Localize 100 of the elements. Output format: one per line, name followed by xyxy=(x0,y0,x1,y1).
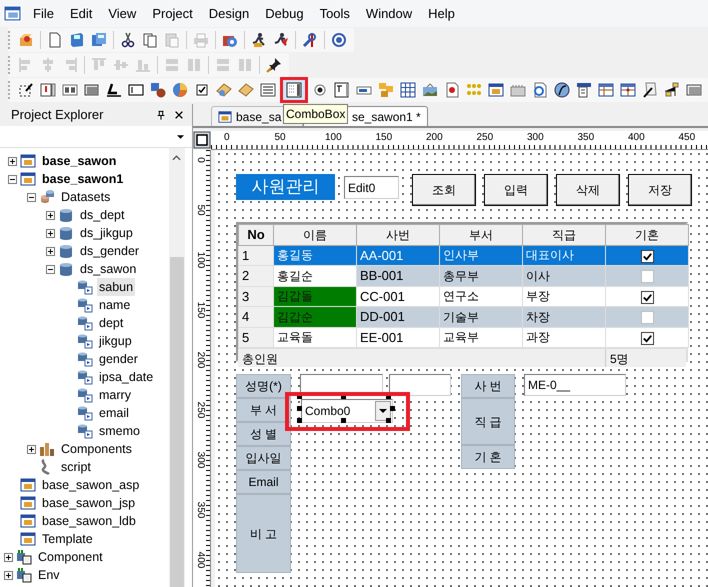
tree-item[interactable]: jikgup xyxy=(97,332,134,350)
tree-item[interactable]: base_sawon1 xyxy=(40,170,126,188)
table-cell: 이사 xyxy=(522,266,606,286)
column-header[interactable]: 사번 xyxy=(356,224,440,245)
ruler-label: 200 xyxy=(426,133,443,143)
collapse-icon[interactable] xyxy=(26,192,36,202)
tree-item[interactable]: Datasets xyxy=(59,188,112,206)
field-label: 사 번 xyxy=(461,374,515,398)
input-field[interactable]: ME-0__ xyxy=(524,374,626,396)
resize-handle[interactable] xyxy=(386,394,391,399)
column-icon xyxy=(77,315,93,332)
tree-item[interactable]: ds_gender xyxy=(78,242,142,260)
table-cell: 3 xyxy=(238,286,274,306)
tree-item[interactable]: base_sawon_ldb xyxy=(40,512,138,530)
menu-item[interactable]: File xyxy=(25,4,62,24)
form-button[interactable]: 저장 xyxy=(628,174,692,206)
form-icon xyxy=(20,171,36,188)
menu-item[interactable]: Edit xyxy=(62,4,100,24)
menu-item[interactable]: Debug xyxy=(257,4,312,24)
tree-item[interactable]: Component xyxy=(36,548,105,566)
table-cell: 5 xyxy=(238,327,274,348)
column-header[interactable]: No xyxy=(238,224,274,245)
tree-item[interactable]: base_sawon_jsp xyxy=(40,494,138,512)
column-icon xyxy=(77,333,93,350)
form-button[interactable]: 조회 xyxy=(412,174,476,206)
column-header[interactable]: 기혼 xyxy=(606,224,688,245)
tree-item[interactable]: Template xyxy=(40,530,95,548)
tree-item[interactable]: Env xyxy=(36,566,62,584)
tree-item[interactable]: marry xyxy=(97,386,133,404)
input-field[interactable] xyxy=(389,374,451,396)
menu-item[interactable]: Help xyxy=(420,4,463,24)
column-header[interactable]: 이름 xyxy=(274,224,356,245)
combobox[interactable]: Combo0 xyxy=(301,399,393,423)
tree-item[interactable]: name xyxy=(97,296,132,314)
expand-icon[interactable] xyxy=(4,552,12,562)
expand-icon[interactable] xyxy=(26,444,36,454)
tree-item[interactable]: ds_jikgup xyxy=(78,224,135,242)
cylinder-icon xyxy=(58,225,74,242)
table-cell: 과장 xyxy=(522,327,606,348)
field-label: 부 서 xyxy=(236,398,291,422)
column-header[interactable]: 부서 xyxy=(440,224,522,245)
input-field[interactable]: Edit0 xyxy=(344,176,399,199)
table-cell: 인사부 xyxy=(440,245,522,266)
tree-item[interactable]: ipsa_date xyxy=(97,368,156,386)
menu-item[interactable]: Window xyxy=(358,4,420,24)
table-cell: AA-001 xyxy=(356,245,440,266)
resize-handle[interactable] xyxy=(341,394,346,399)
scrollbar[interactable] xyxy=(169,148,185,587)
form-button[interactable]: 삭제 xyxy=(556,174,620,206)
menu-item[interactable]: Design xyxy=(200,4,258,24)
tree-item[interactable]: base_sawon xyxy=(40,152,118,170)
column-icon xyxy=(77,405,93,422)
scroll-up-icon[interactable] xyxy=(172,154,181,161)
ruler-label: 0 xyxy=(224,133,230,143)
panel-title: Project Explorer xyxy=(11,106,104,124)
checkbox[interactable] xyxy=(640,311,654,324)
expand-icon[interactable] xyxy=(46,246,54,256)
combobox-icon[interactable] xyxy=(283,78,305,100)
pin-icon[interactable] xyxy=(156,110,166,120)
ruler-label: 250 xyxy=(195,402,205,418)
tree-item[interactable]: base_sawon_asp xyxy=(40,476,142,494)
form-icon xyxy=(20,495,36,512)
ruler-label: 100 xyxy=(325,133,342,143)
tree-item[interactable]: dept xyxy=(97,314,126,332)
column-header[interactable]: 직급 xyxy=(522,224,606,245)
table-cell: CC-001 xyxy=(356,286,440,306)
form-button[interactable]: 입력 xyxy=(484,174,548,206)
checkbox[interactable] xyxy=(640,250,654,263)
cylinder-icon xyxy=(58,243,74,260)
resize-handle[interactable] xyxy=(297,418,302,423)
tree-item[interactable]: gender xyxy=(97,350,140,368)
resize-handle[interactable] xyxy=(390,406,395,411)
expand-icon[interactable] xyxy=(4,570,12,580)
tree-item[interactable]: smemo xyxy=(97,422,142,440)
expand-icon[interactable] xyxy=(8,156,16,166)
tree-item[interactable]: ds_dept xyxy=(78,206,126,224)
checkbox[interactable] xyxy=(640,332,654,345)
menu-item[interactable]: Project xyxy=(144,4,201,24)
close-icon[interactable] xyxy=(174,110,184,120)
expand-icon[interactable] xyxy=(46,210,54,220)
table-cell: 김갑순 xyxy=(274,306,356,327)
tree-item[interactable]: sabun xyxy=(97,278,136,296)
tree-item[interactable]: Components xyxy=(59,440,134,458)
collapse-icon[interactable] xyxy=(8,174,16,184)
tree-item[interactable]: email xyxy=(97,404,131,422)
tree-item[interactable]: script xyxy=(59,458,93,476)
ruler-label: 100 xyxy=(195,252,205,268)
menu-item[interactable]: View xyxy=(100,4,144,24)
checkbox[interactable] xyxy=(640,290,654,304)
resize-handle[interactable] xyxy=(341,418,346,423)
checkbox[interactable] xyxy=(640,270,654,284)
tooltip: ComboBox xyxy=(283,104,348,124)
column-icon xyxy=(77,423,93,440)
collapse-icon[interactable] xyxy=(46,264,54,274)
expand-icon[interactable] xyxy=(46,228,54,238)
resize-handle[interactable] xyxy=(297,394,302,399)
resize-handle[interactable] xyxy=(297,406,302,411)
resize-handle[interactable] xyxy=(386,418,391,423)
menu-item[interactable]: Tools xyxy=(312,4,358,24)
tree-item[interactable]: ds_sawon xyxy=(78,260,138,278)
